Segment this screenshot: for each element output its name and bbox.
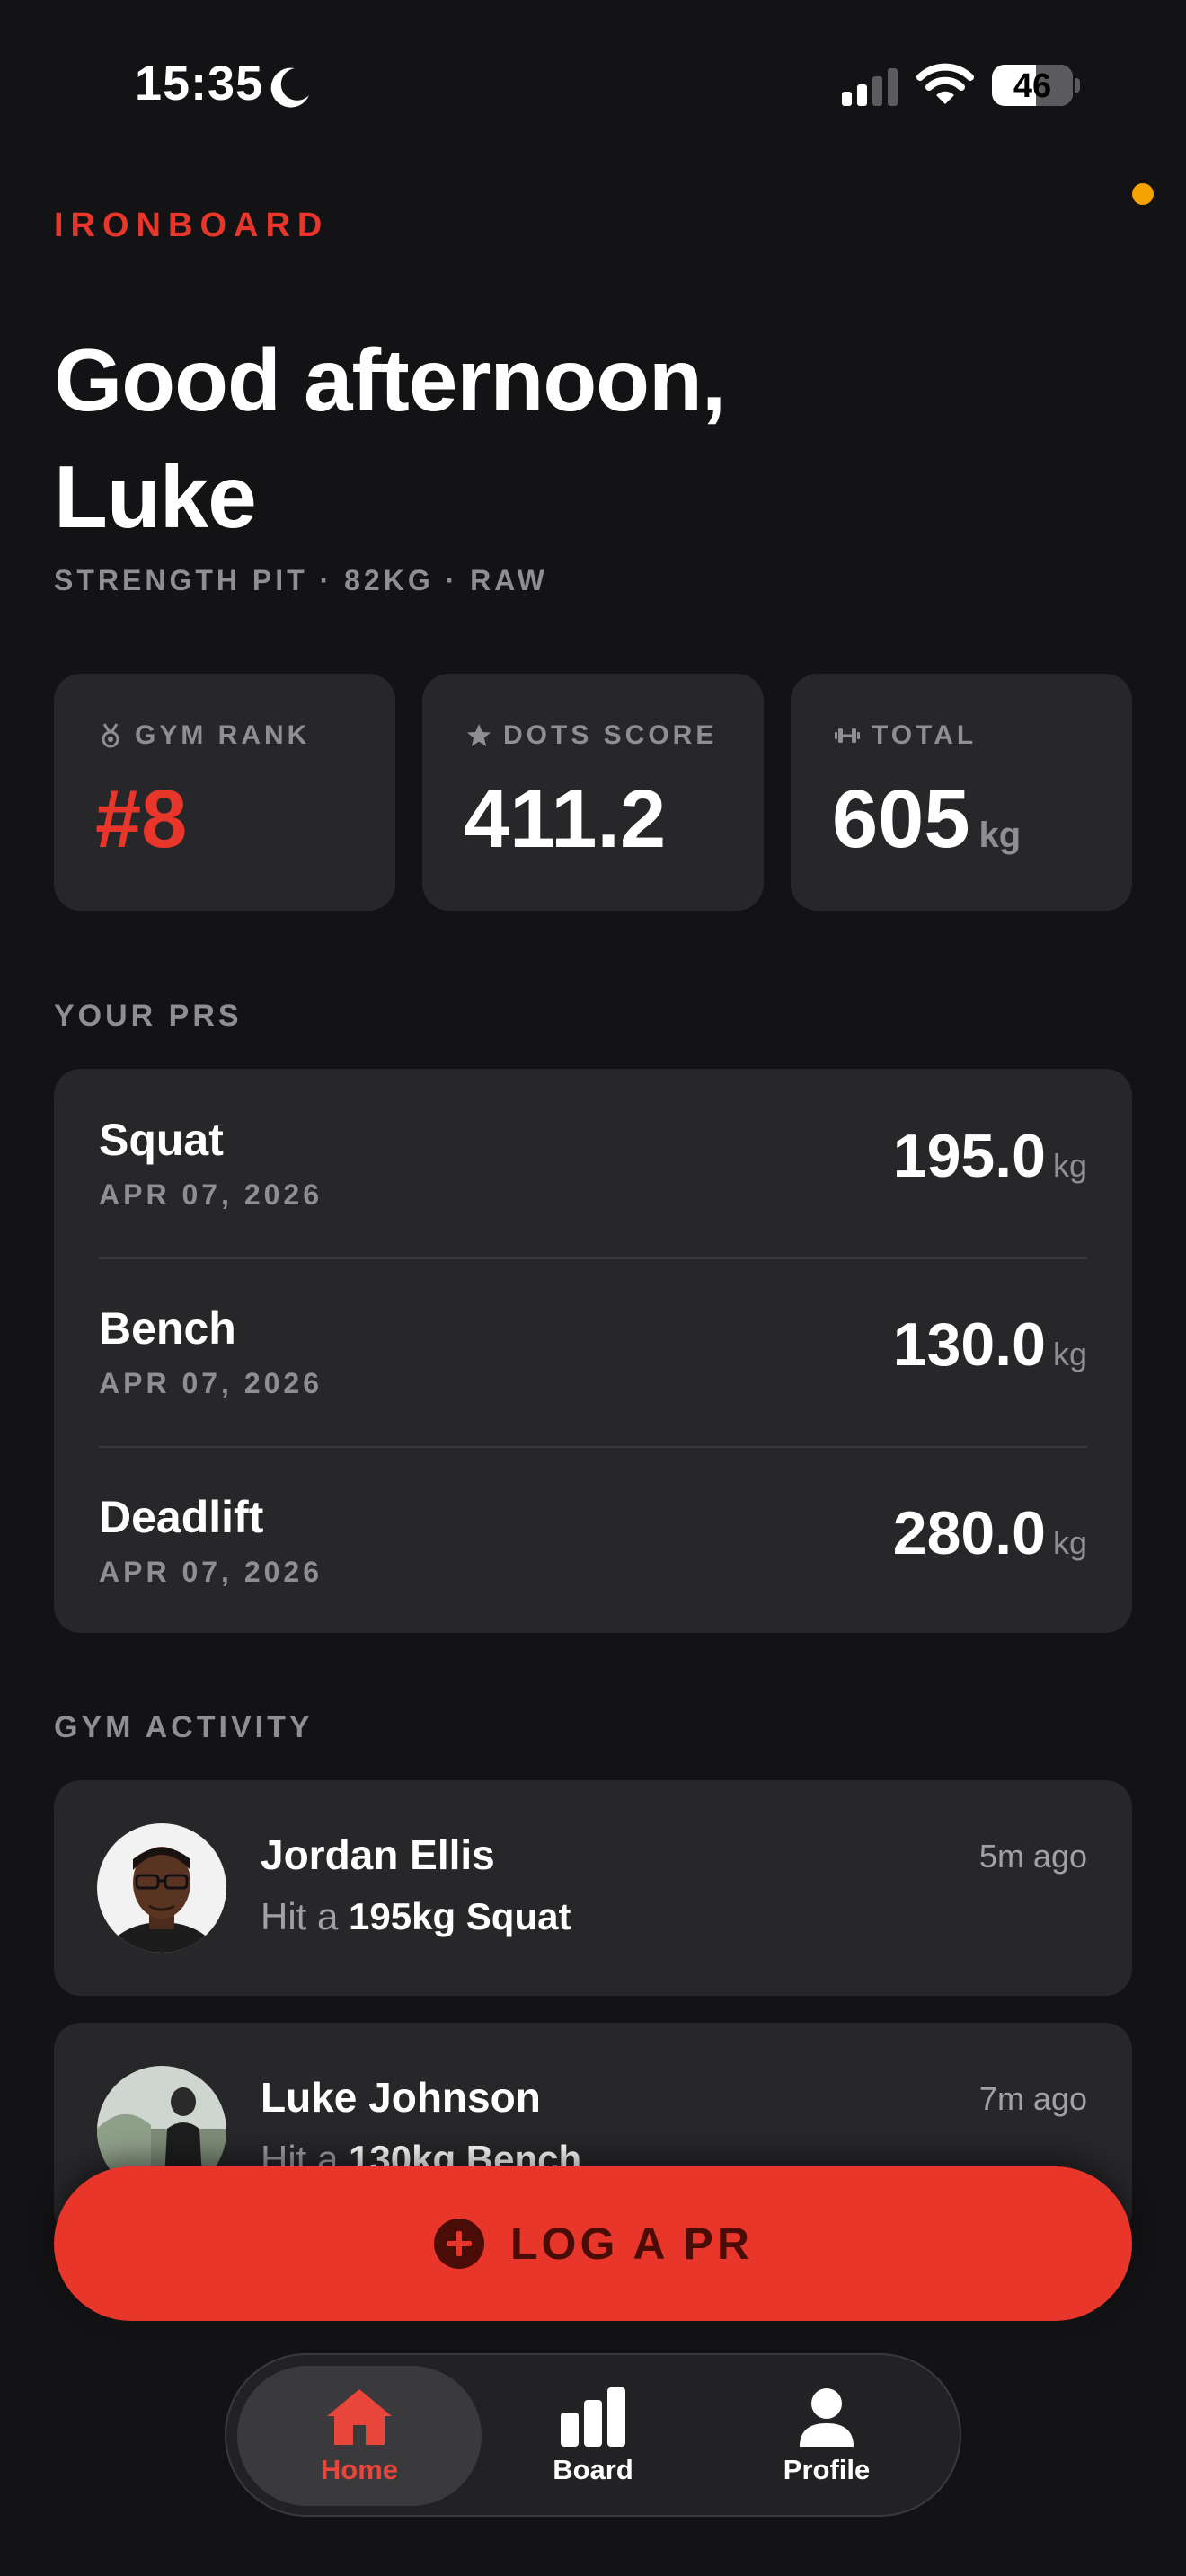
plus-circle-icon — [434, 2219, 485, 2269]
greeting-title: Good afternoon, Luke — [54, 331, 726, 546]
tab-label: Board — [553, 2454, 633, 2485]
stat-card-total[interactable]: TOTAL 605 kg — [791, 674, 1132, 911]
pr-lift-name: Squat — [99, 1115, 224, 1165]
privacy-indicator-dot — [1132, 183, 1154, 205]
battery-indicator: 46 — [992, 65, 1073, 106]
log-pr-button[interactable]: LOG A PR — [54, 2166, 1132, 2321]
avatar — [97, 1823, 226, 1953]
pr-value: 280.0 kg — [892, 1499, 1087, 1567]
tab-bar: Home Board Profile — [225, 2353, 961, 2517]
tab-board[interactable]: Board — [471, 2366, 715, 2506]
tab-label: Home — [320, 2454, 399, 2485]
battery-level: 46 — [1013, 67, 1052, 105]
stat-label: DOTS SCORE — [503, 720, 718, 750]
tab-home[interactable]: Home — [237, 2366, 482, 2506]
section-title-activity: GYM ACTIVITY — [54, 1710, 314, 1744]
bar-chart-icon — [561, 2387, 625, 2447]
stat-card-dots-score[interactable]: DOTS SCORE 411.2 — [422, 674, 764, 911]
activity-user-name: Jordan Ellis — [261, 1831, 495, 1878]
pr-value: 130.0 kg — [892, 1310, 1087, 1379]
stat-card-gym-rank[interactable]: GYM RANK #8 — [54, 674, 395, 911]
pr-date: APR 07, 2026 — [99, 1367, 323, 1399]
activity-user-name: Luke Johnson — [261, 2074, 541, 2121]
pr-row-bench[interactable]: Bench APR 07, 2026 130.0 kg — [54, 1257, 1132, 1446]
stat-label: TOTAL — [872, 720, 978, 750]
pr-date: APR 07, 2026 — [99, 1178, 323, 1211]
pr-row-squat[interactable]: Squat APR 07, 2026 195.0 kg — [54, 1069, 1132, 1257]
activity-item[interactable]: Jordan Ellis Hit a 195kg Squat 5m ago — [54, 1780, 1132, 1996]
dumbbell-icon — [835, 728, 860, 743]
wifi-icon — [916, 63, 974, 104]
cellular-signal-icon — [842, 68, 898, 106]
tab-label: Profile — [783, 2454, 871, 2485]
star-icon — [467, 724, 491, 746]
moon-icon — [270, 67, 309, 108]
pr-lift-name: Bench — [99, 1303, 236, 1354]
activity-description: Hit a 195kg Squat — [261, 1895, 571, 1937]
status-time: 15:35 — [135, 57, 264, 110]
pr-value: 195.0 kg — [892, 1122, 1087, 1190]
pr-row-deadlift[interactable]: Deadlift APR 07, 2026 280.0 kg — [54, 1446, 1132, 1635]
gym-subline: STRENGTH PIT · 82KG · RAW — [54, 564, 548, 596]
stat-value: 411.2 — [464, 773, 667, 865]
activity-time: 5m ago — [978, 1838, 1087, 1875]
log-pr-label: LOG A PR — [510, 2219, 753, 2269]
medal-icon — [102, 723, 119, 748]
tab-profile[interactable]: Profile — [704, 2366, 949, 2506]
stat-label: GYM RANK — [135, 720, 311, 750]
battery-nub — [1075, 78, 1080, 93]
pr-list: Squat APR 07, 2026 195.0 kg Bench APR 07,… — [54, 1069, 1132, 1633]
stat-value: #8 — [95, 773, 188, 865]
status-bar: 15:35 46 — [0, 0, 1186, 171]
section-title-prs: YOUR PRS — [54, 999, 243, 1033]
stat-value: 605 kg — [832, 773, 1022, 865]
home-icon — [327, 2389, 392, 2445]
pr-date: APR 07, 2026 — [99, 1556, 323, 1588]
activity-time: 7m ago — [978, 2080, 1087, 2117]
stat-unit: kg — [978, 816, 1022, 855]
app-brand: IRONBOARD — [54, 207, 330, 244]
pr-lift-name: Deadlift — [99, 1492, 264, 1542]
person-icon — [800, 2388, 854, 2447]
